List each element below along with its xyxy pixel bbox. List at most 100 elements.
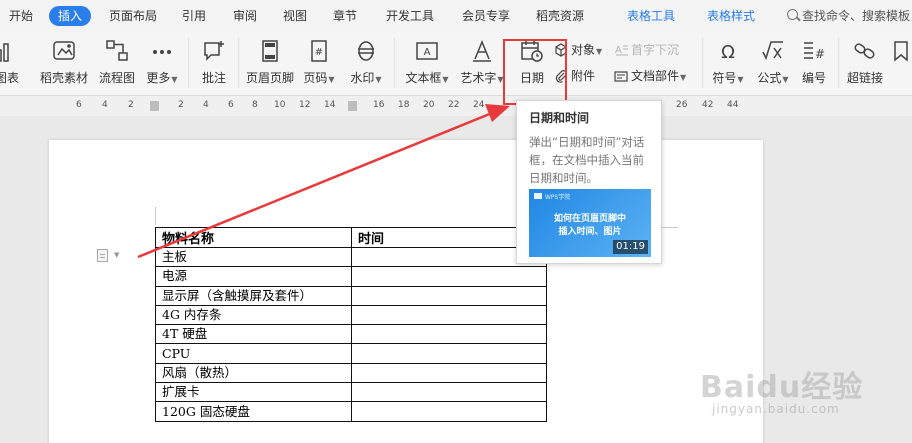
tab-table-tools[interactable]: 表格工具 bbox=[627, 6, 675, 26]
table-cell[interactable] bbox=[351, 266, 547, 287]
tab-review[interactable]: 审阅 bbox=[233, 6, 257, 26]
command-search-input[interactable]: 查找命令、搜索模板 bbox=[802, 6, 910, 26]
svg-text:#: # bbox=[815, 47, 825, 61]
table-cell[interactable] bbox=[351, 362, 547, 384]
page-number-button[interactable]: # 页码▼ bbox=[300, 32, 338, 94]
table-cell[interactable] bbox=[351, 285, 547, 306]
watermark-url: jingyan.baidu.com bbox=[712, 402, 840, 416]
ruler-tick: 12 bbox=[299, 100, 311, 110]
ruler-tick: 44 bbox=[727, 100, 739, 110]
chevron-down-icon[interactable]: ▼ bbox=[114, 251, 119, 259]
hyperlink-button[interactable]: 超链接 bbox=[844, 32, 886, 94]
formula-button[interactable]: 公式▼ bbox=[754, 32, 792, 94]
divider bbox=[394, 38, 395, 88]
tab-references[interactable]: 引用 bbox=[182, 6, 206, 26]
tab-member[interactable]: 会员专享 bbox=[462, 6, 510, 26]
chevron-down-icon: ▼ bbox=[328, 75, 335, 84]
tab-developer[interactable]: 开发工具 bbox=[386, 6, 434, 26]
material-table[interactable]: 物料名称 时间 主板 电源 显示屏（含触摸屏及套件） 4G 内存条 4T 硬盘 … bbox=[155, 227, 547, 422]
ruler-tick: 6 bbox=[228, 100, 234, 110]
tab-home[interactable]: 开始 bbox=[9, 6, 33, 26]
table-cell[interactable]: 电源 bbox=[155, 266, 352, 287]
watermark-icon bbox=[358, 41, 374, 61]
ruler-tick: 10 bbox=[274, 100, 286, 110]
chevron-down-icon: ▼ bbox=[442, 75, 449, 84]
material-icon bbox=[53, 41, 75, 60]
date-button-highlight bbox=[503, 39, 567, 105]
search-icon[interactable] bbox=[787, 9, 798, 20]
header-footer-button[interactable]: 页眉页脚 bbox=[244, 32, 296, 94]
horizontal-ruler[interactable]: 6 4 2 2 4 6 8 10 12 14 16 18 20 22 24 26… bbox=[0, 96, 912, 116]
ruler-tick: 4 bbox=[203, 100, 209, 110]
textbox-icon: A bbox=[416, 42, 438, 60]
attachment-label: 附件 bbox=[571, 69, 596, 83]
numbering-button[interactable]: # 编号 bbox=[796, 32, 832, 94]
left-indent-handle[interactable] bbox=[150, 101, 159, 111]
textbox-button[interactable]: A 文本框▼ bbox=[402, 32, 452, 94]
symbol-button[interactable]: Ω 符号▼ bbox=[708, 32, 748, 94]
table-cell[interactable]: 4G 内存条 bbox=[155, 304, 352, 326]
dropcap-button: A 首字下沉 bbox=[614, 40, 679, 60]
tab-page-layout[interactable]: 页面布局 bbox=[109, 6, 157, 26]
video-brand: WPS学院 bbox=[545, 194, 571, 201]
doc-parts-button[interactable]: 文档部件▼ bbox=[614, 66, 686, 86]
table-cell[interactable] bbox=[351, 382, 547, 403]
table-cell[interactable] bbox=[351, 343, 547, 364]
docer-material-label: 稻壳素材 bbox=[39, 71, 88, 85]
table-cell[interactable]: 显示屏（含触摸屏及套件） bbox=[155, 285, 352, 306]
table-cell[interactable]: 扩展卡 bbox=[155, 382, 352, 403]
wordart-icon bbox=[473, 40, 491, 62]
divider bbox=[238, 38, 239, 88]
ribbon-toolbar: 图表 稻壳素材 流程图 更多▼ 批注 页眉页脚 # 页码▼ 水印▼ A 文本框▼… bbox=[0, 32, 912, 96]
ruler-tick: 42 bbox=[702, 100, 714, 110]
comment-button[interactable]: 批注 bbox=[196, 32, 232, 94]
document-icon[interactable] bbox=[97, 249, 108, 262]
watermark-button[interactable]: 水印▼ bbox=[346, 32, 386, 94]
symbol-label: 符号 bbox=[712, 71, 737, 85]
table-cell[interactable]: 主板 bbox=[155, 246, 352, 268]
table-cell[interactable] bbox=[351, 401, 547, 422]
watermark-text: Baidu经验 bbox=[700, 370, 864, 405]
menu-bar: 开始 插入 页面布局 引用 审阅 视图 章节 开发工具 会员专享 稻壳资源 表格… bbox=[0, 0, 912, 32]
table-header-cell[interactable]: 物料名称 bbox=[155, 227, 352, 248]
tab-table-style[interactable]: 表格样式 bbox=[707, 6, 755, 26]
tab-insert[interactable]: 插入 bbox=[49, 6, 92, 26]
ruler-tick: 8 bbox=[252, 100, 258, 110]
tab-view[interactable]: 视图 bbox=[283, 6, 307, 26]
link-icon bbox=[854, 43, 875, 59]
formula-label: 公式 bbox=[757, 71, 782, 85]
chevron-down-icon: ▼ bbox=[737, 75, 744, 84]
table-cell[interactable]: 120G 固态硬盘 bbox=[155, 401, 352, 422]
more-label: 更多 bbox=[146, 71, 171, 85]
table-cell[interactable]: 4T 硬盘 bbox=[155, 324, 352, 345]
table-row: 显示屏（含触摸屏及套件） bbox=[155, 285, 547, 306]
table-header-row: 物料名称 时间 bbox=[155, 227, 547, 248]
tutorial-video-thumbnail[interactable]: WPS学院 如何在页眉页脚中 插入时间、图片 01:19 bbox=[529, 189, 651, 257]
margin-corner-mark bbox=[155, 207, 156, 225]
dropcap-icon: A bbox=[615, 45, 628, 56]
table-cell[interactable]: CPU bbox=[155, 343, 352, 364]
chart-button[interactable]: 图表 bbox=[0, 32, 22, 94]
ruler-tick: 16 bbox=[373, 100, 385, 110]
table-cell[interactable]: 风扇（散热） bbox=[155, 362, 352, 384]
ruler-tick: 2 bbox=[178, 100, 184, 110]
svg-text:A: A bbox=[615, 45, 622, 56]
ruler-tick: 6 bbox=[76, 100, 82, 110]
table-cell[interactable] bbox=[351, 324, 547, 345]
tab-chapter[interactable]: 章节 bbox=[333, 6, 357, 26]
tab-docer[interactable]: 稻壳资源 bbox=[536, 6, 584, 26]
more-button[interactable]: 更多▼ bbox=[142, 32, 182, 94]
wordart-button[interactable]: 艺术字▼ bbox=[458, 32, 506, 94]
table-row: 扩展卡 bbox=[155, 382, 547, 403]
table-cell[interactable] bbox=[351, 304, 547, 326]
flowchart-button[interactable]: 流程图 bbox=[96, 32, 138, 94]
docer-material-button[interactable]: 稻壳素材 bbox=[38, 32, 90, 94]
omega-icon: Ω bbox=[721, 42, 735, 63]
table-row: 电源 bbox=[155, 266, 547, 287]
hyperlink-label: 超链接 bbox=[846, 71, 883, 85]
bookmark-icon bbox=[894, 41, 908, 62]
column-handle[interactable] bbox=[348, 101, 357, 111]
bookmark-button[interactable] bbox=[890, 32, 912, 94]
doc-parts-icon bbox=[614, 71, 628, 82]
table-row: 4T 硬盘 bbox=[155, 324, 547, 345]
